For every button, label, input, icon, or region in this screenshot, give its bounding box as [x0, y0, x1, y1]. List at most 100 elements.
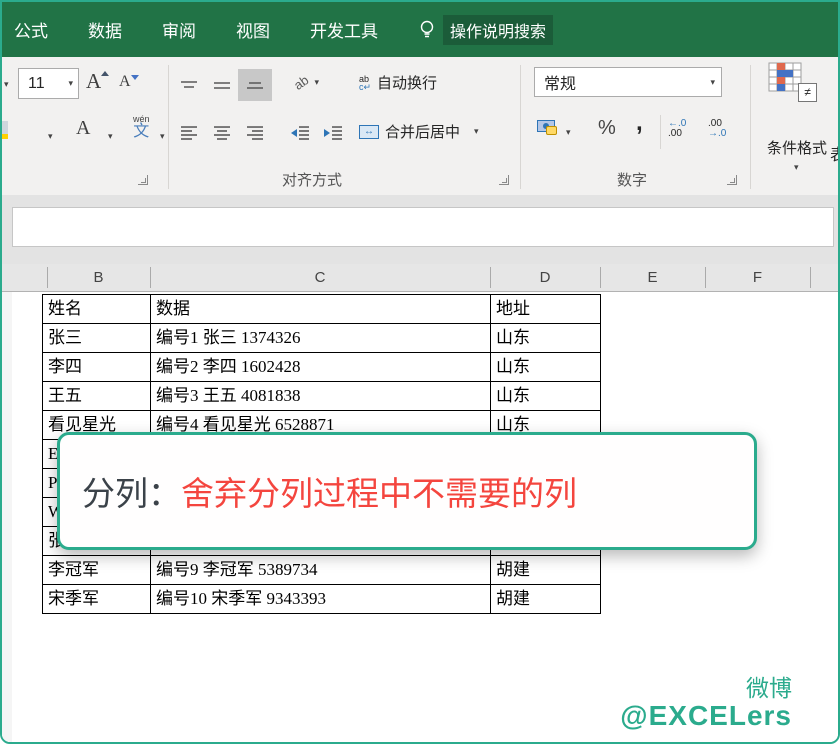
cell-c[interactable]: 编号1 张三 1374326	[151, 324, 491, 353]
font-size-dropdown-icon: ▾	[68, 79, 78, 88]
fill-color-dropdown-icon[interactable]: ▾	[48, 131, 53, 142]
shrink-font-caret-icon	[131, 75, 139, 80]
group-separator	[168, 65, 169, 189]
fill-color-icon[interactable]	[2, 121, 8, 139]
conditional-formatting-label: 条件格式	[752, 137, 840, 158]
column-header-d[interactable]: D	[490, 264, 600, 291]
font-dialog-launcher[interactable]	[138, 175, 148, 185]
number-dialog-launcher[interactable]	[727, 175, 737, 185]
align-middle-button[interactable]	[207, 70, 237, 100]
column-header-f[interactable]: F	[705, 264, 810, 291]
accounting-format-icon[interactable]	[537, 120, 555, 132]
increase-decimal-button[interactable]: ←.0.00	[668, 119, 686, 139]
lightbulb-icon	[418, 19, 436, 41]
align-middle-icon	[213, 80, 231, 90]
callout-highlight-text: 舍弃分列过程中不需要的列	[181, 467, 577, 515]
merge-center-label: 合并后居中	[385, 121, 460, 142]
tell-me-label: 操作说明搜索	[443, 15, 553, 45]
merge-center-icon: ↔	[359, 125, 379, 139]
tell-me-search[interactable]: 操作说明搜索	[418, 15, 553, 45]
cell-c[interactable]: 编号2 李四 1602428	[151, 353, 491, 382]
align-top-icon	[180, 80, 198, 90]
increase-indent-icon	[323, 125, 343, 141]
grow-font-letter: A	[86, 69, 101, 93]
watermark-line2: @EXCELers	[620, 701, 792, 732]
grow-font-caret-icon	[101, 71, 109, 76]
cell-d[interactable]: 山东	[491, 382, 601, 411]
font-name-dropdown-icon[interactable]: ▾	[4, 79, 9, 90]
cell-b[interactable]: 姓名	[43, 295, 151, 324]
align-center-icon	[213, 125, 231, 141]
decrease-indent-icon	[290, 125, 310, 141]
ribbon: ▾ 11 ▾ A A ▾ A ▾ wén 文 ▾	[2, 57, 838, 196]
decrease-indent-button[interactable]	[285, 118, 315, 148]
cell-c[interactable]: 数据	[151, 295, 491, 324]
alignment-group-label: 对齐方式	[257, 169, 367, 190]
align-bottom-icon	[246, 78, 264, 92]
cell-c[interactable]: 编号9 李冠军 5389734	[151, 556, 491, 585]
phonetic-dropdown-icon[interactable]: ▾	[160, 131, 165, 142]
cell-d[interactable]: 胡建	[491, 585, 601, 614]
number-format-dropdown-icon: ▾	[710, 78, 721, 87]
cell-b[interactable]: 王五	[43, 382, 151, 411]
align-center-button[interactable]	[207, 118, 237, 148]
grow-font-button[interactable]: A	[86, 69, 109, 94]
font-color-dropdown-icon[interactable]: ▾	[108, 131, 113, 142]
alignment-dialog-launcher[interactable]	[499, 175, 509, 185]
merge-center-button[interactable]: ↔ 合并后居中 ▾	[359, 121, 479, 142]
cell-b[interactable]: 宋季军	[43, 585, 151, 614]
shrink-font-letter: A	[119, 73, 131, 90]
percent-style-button[interactable]: %	[598, 117, 616, 140]
tab-data[interactable]: 数据	[88, 17, 122, 42]
cell-d[interactable]: 山东	[491, 353, 601, 382]
cell-d[interactable]: 地址	[491, 295, 601, 324]
tab-formulas[interactable]: 公式	[14, 17, 48, 42]
conditional-formatting-dropdown-icon: ▾	[794, 162, 799, 173]
shrink-font-button[interactable]: A	[119, 73, 139, 91]
cell-d[interactable]: 胡建	[491, 556, 601, 585]
cell-d[interactable]: 山东	[491, 324, 601, 353]
ribbon-tab-bar: 公式 数据 审阅 视图 开发工具 操作说明搜索	[2, 2, 838, 57]
col-separator	[810, 267, 811, 288]
font-size-combo[interactable]: 11 ▾	[18, 68, 79, 99]
orientation-icon: ab	[291, 72, 311, 93]
worksheet: 姓名 数据 地址 张三 编号1 张三 1374326 山东 李四 编号2 李四 …	[2, 292, 838, 742]
cell-b[interactable]: 李冠军	[43, 556, 151, 585]
cell-b[interactable]: 李四	[43, 353, 151, 382]
cell-c[interactable]: 编号3 王五 4081838	[151, 382, 491, 411]
format-as-table-partial-label[interactable]: 表	[830, 141, 840, 165]
wrap-text-label: 自动换行	[377, 72, 437, 93]
group-separator	[750, 65, 751, 189]
align-right-button[interactable]	[240, 118, 270, 148]
watermark-line1: 微博	[620, 676, 792, 701]
accounting-dropdown-icon[interactable]: ▾	[566, 127, 571, 138]
column-header-c[interactable]: C	[150, 264, 490, 291]
comma-style-button[interactable]: ,	[636, 109, 643, 137]
increase-indent-button[interactable]	[318, 118, 348, 148]
tab-developer[interactable]: 开发工具	[310, 17, 378, 42]
orientation-button[interactable]: ab ▾	[294, 75, 319, 90]
align-top-button[interactable]	[174, 70, 204, 100]
not-equal-badge-icon: ≠	[798, 83, 817, 102]
tab-view[interactable]: 视图	[236, 17, 270, 42]
group-separator	[520, 65, 521, 189]
decrease-decimal-button[interactable]: .00→.0	[708, 119, 726, 139]
wrap-text-button[interactable]: ab c↵ 自动换行	[359, 72, 437, 93]
number-format-combo[interactable]: 常规 ▾	[534, 67, 722, 97]
align-left-button[interactable]	[174, 118, 204, 148]
column-header-e[interactable]: E	[600, 264, 705, 291]
formula-bar-zone	[2, 195, 838, 264]
tab-review[interactable]: 审阅	[162, 17, 196, 42]
column-headers: B C D E F	[2, 264, 838, 292]
font-color-letter: A	[76, 117, 90, 139]
cell-c[interactable]: 编号10 宋季军 9343393	[151, 585, 491, 614]
font-color-button[interactable]: A	[76, 118, 90, 138]
phonetic-char: 文	[133, 124, 150, 140]
font-size-value: 11	[19, 75, 68, 93]
cell-b[interactable]: 张三	[43, 324, 151, 353]
align-bottom-button[interactable]	[238, 69, 272, 101]
column-header-b[interactable]: B	[47, 264, 150, 291]
phonetic-guide-button[interactable]: wén 文	[133, 115, 150, 140]
inner-separator	[660, 115, 661, 149]
formula-bar-input[interactable]	[12, 207, 834, 247]
